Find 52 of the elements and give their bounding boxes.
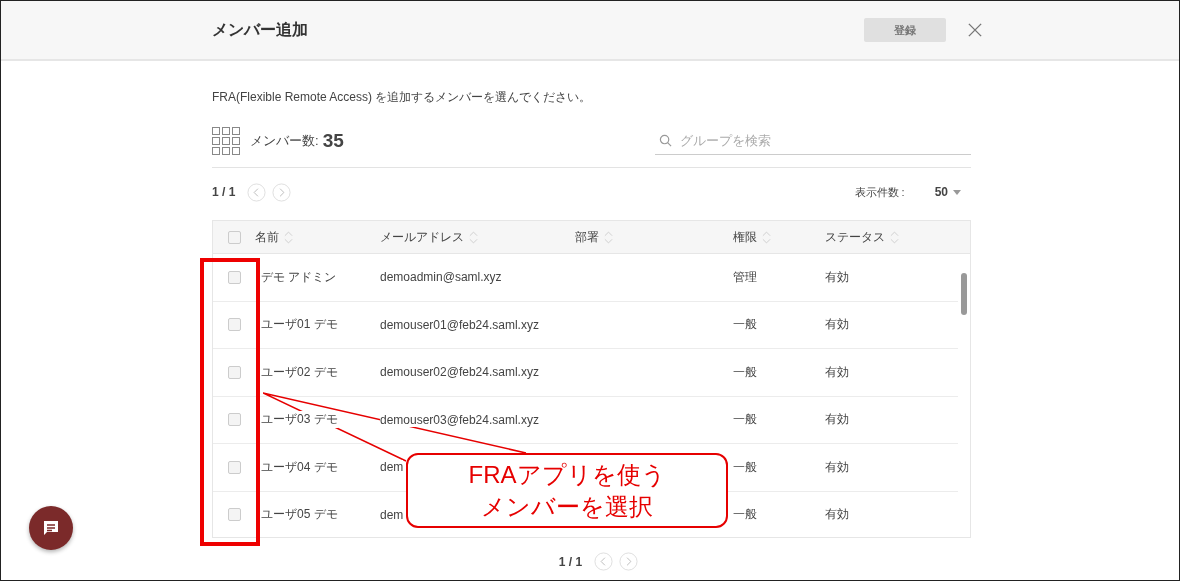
member-email: demouser01@feb24.saml.xyz: [380, 317, 539, 332]
member-count-label: メンバー数:: [250, 132, 319, 150]
search-field[interactable]: グループを検索: [678, 132, 971, 149]
sort-icon[interactable]: [890, 229, 899, 245]
sort-icon[interactable]: [284, 229, 293, 245]
row-checkbox[interactable]: [227, 508, 241, 522]
row-checkbox[interactable]: [227, 460, 241, 474]
member-role: 一般: [733, 363, 757, 381]
message-icon: [41, 518, 61, 538]
member-email: demoadmin@saml.xyz: [380, 270, 502, 285]
sort-icon[interactable]: [762, 229, 771, 245]
page-indicator: 1 / 1: [212, 185, 236, 199]
member-email: demouser02@feb24.saml.xyz: [380, 365, 539, 380]
member-name: ユーザ02 デモ: [261, 363, 338, 381]
description-text: FRA(Flexible Remote Access) を追加するメンバーを選んでください。: [212, 89, 593, 103]
member-role: 一般: [733, 458, 757, 476]
previous-page-icon[interactable]: [594, 552, 614, 571]
member-count: 35: [322, 130, 344, 152]
page-indicator: 1 / 1: [558, 554, 583, 569]
member-status: 有効: [825, 458, 849, 476]
next-page-icon[interactable]: [619, 552, 639, 571]
member-status: 有効: [825, 268, 849, 286]
page-size-dropdown[interactable]: 50: [934, 185, 948, 199]
close-icon[interactable]: [968, 23, 982, 37]
column-header[interactable]: ステータス: [825, 228, 885, 246]
member-status: 有効: [825, 363, 849, 381]
caret-icon[interactable]: [953, 189, 961, 195]
member-email: dem: [380, 507, 404, 522]
member-email: demouser03@feb24.saml.xyz: [380, 412, 539, 427]
row-checkbox[interactable]: [227, 270, 241, 284]
annotation-text: FRAアプリを使う: [468, 459, 666, 490]
sort-icon[interactable]: [469, 229, 478, 245]
search-icon: [659, 134, 672, 147]
page-size-label: 表示件数 :: [854, 184, 905, 200]
row-checkbox[interactable]: [227, 365, 241, 379]
column-header[interactable]: 権限: [733, 228, 757, 246]
member-name: ユーザ03 デモ: [261, 411, 338, 429]
select-all-checkbox[interactable]: [227, 230, 241, 244]
column-header[interactable]: 部署: [575, 228, 599, 246]
previous-page-icon[interactable]: [247, 182, 267, 202]
member-name: ユーザ04 デモ: [261, 458, 338, 476]
grid-icon: [212, 127, 240, 155]
row-checkbox[interactable]: [227, 413, 241, 427]
dialog-title: メンバー追加: [212, 19, 309, 40]
row-checkbox[interactable]: [227, 318, 241, 332]
chat-button[interactable]: [29, 506, 73, 550]
column-header[interactable]: 名前: [255, 228, 279, 246]
sort-icon[interactable]: [604, 229, 613, 245]
member-role: 管理: [733, 268, 757, 286]
annotation-text: メンバーを選択: [481, 491, 653, 522]
next-page-icon[interactable]: [272, 182, 292, 202]
column-header[interactable]: メールアドレス: [380, 228, 464, 246]
